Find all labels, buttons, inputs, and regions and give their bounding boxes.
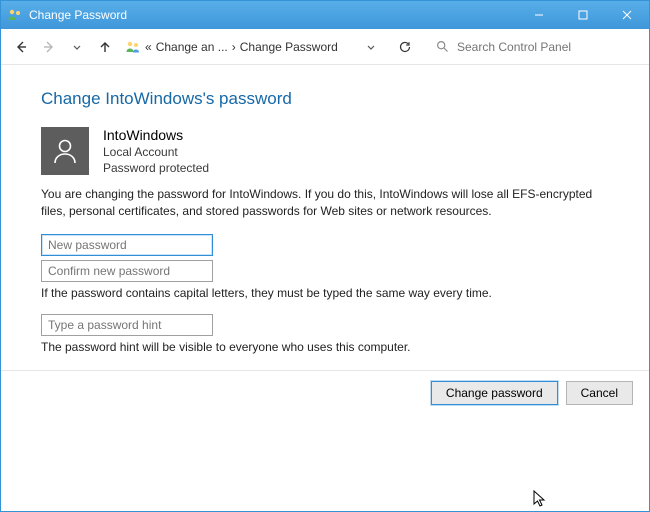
maximize-button[interactable] <box>561 1 605 29</box>
breadcrumb[interactable]: « Change an ... › Change Password <box>125 39 383 55</box>
nav-up-button[interactable] <box>93 35 117 59</box>
breadcrumb-dropdown[interactable] <box>363 42 379 52</box>
warning-text: You are changing the password for IntoWi… <box>41 186 609 220</box>
minimize-button[interactable] <box>517 1 561 29</box>
breadcrumb-level-1[interactable]: Change an ... <box>156 40 228 54</box>
user-info: IntoWindows Local Account Password prote… <box>103 127 209 176</box>
caps-note: If the password contains capital letters… <box>41 286 609 300</box>
recent-locations-button[interactable] <box>65 35 89 59</box>
user-block: IntoWindows Local Account Password prote… <box>41 127 609 176</box>
chevron-right-icon: › <box>232 40 236 54</box>
search-box[interactable] <box>431 35 641 59</box>
confirm-password-input[interactable] <box>41 260 213 282</box>
button-bar: Change password Cancel <box>1 370 649 415</box>
nav-forward-button[interactable] <box>37 35 61 59</box>
nav-back-button[interactable] <box>9 35 33 59</box>
change-password-button[interactable]: Change password <box>431 381 558 405</box>
user-name: IntoWindows <box>103 127 209 143</box>
refresh-button[interactable] <box>393 35 417 59</box>
close-button[interactable] <box>605 1 649 29</box>
content-area: Change IntoWindows's password IntoWindow… <box>1 65 649 511</box>
user-accounts-icon <box>7 7 23 23</box>
window-title: Change Password <box>29 8 517 22</box>
breadcrumb-level-2[interactable]: Change Password <box>240 40 338 54</box>
user-accounts-icon <box>125 39 141 55</box>
user-account-type: Local Account <box>103 144 209 160</box>
breadcrumb-sep-icon: « <box>145 40 152 54</box>
navbar: « Change an ... › Change Password <box>1 29 649 65</box>
page-heading: Change IntoWindows's password <box>41 89 609 109</box>
password-hint-input[interactable] <box>41 314 213 336</box>
window: Change Password <box>0 0 650 512</box>
new-password-input[interactable] <box>41 234 213 256</box>
hint-note: The password hint will be visible to eve… <box>41 340 609 354</box>
footer-space <box>1 415 649 505</box>
cancel-button[interactable]: Cancel <box>566 381 633 405</box>
avatar <box>41 127 89 175</box>
user-password-status: Password protected <box>103 160 209 176</box>
titlebar: Change Password <box>1 1 649 29</box>
search-input[interactable] <box>455 39 640 55</box>
search-icon <box>436 40 449 53</box>
